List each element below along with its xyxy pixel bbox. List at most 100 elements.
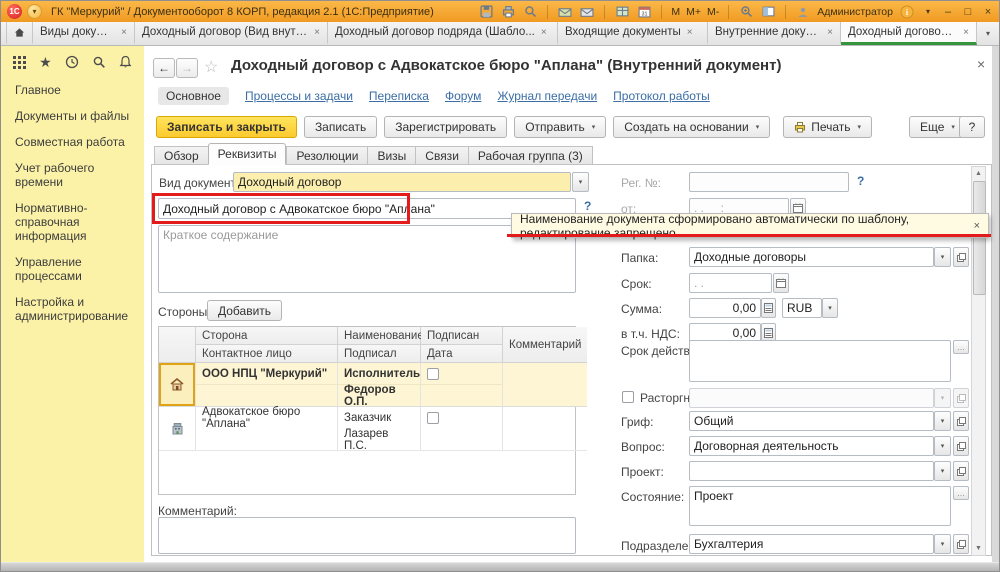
memory-m-plus-button[interactable]: M+ bbox=[686, 6, 701, 18]
date-cell[interactable] bbox=[421, 429, 503, 451]
scroll-up-icon[interactable]: ▲ bbox=[975, 167, 982, 180]
contact-cell[interactable] bbox=[196, 429, 338, 451]
question-dropdown-button[interactable]: ▾ bbox=[934, 436, 951, 456]
terminated-checkbox[interactable] bbox=[622, 391, 634, 403]
nav-correspondence[interactable]: Переписка bbox=[369, 89, 429, 103]
tab-close-icon[interactable]: × bbox=[121, 27, 127, 38]
signed-checkbox[interactable] bbox=[427, 368, 439, 380]
help-button[interactable]: ? bbox=[959, 116, 985, 138]
close-button[interactable]: × bbox=[981, 6, 995, 18]
table-header-comment[interactable]: Комментарий bbox=[503, 327, 587, 363]
tab-contract-template[interactable]: Доходный договор подряда (Шабло...× bbox=[328, 22, 558, 45]
tab-internal-documents[interactable]: Внутренние документы× bbox=[708, 22, 841, 45]
signer-cell[interactable]: Лазарев П.С. bbox=[338, 429, 421, 451]
folder-dropdown-button[interactable]: ▾ bbox=[934, 247, 951, 267]
favorite-star-icon[interactable]: ☆ bbox=[204, 57, 218, 77]
current-user-label[interactable]: Администратор bbox=[817, 6, 893, 18]
project-open-button[interactable] bbox=[953, 461, 969, 481]
date-cell[interactable] bbox=[421, 385, 503, 407]
memory-m-button[interactable]: M bbox=[671, 6, 680, 18]
table-header-name[interactable]: Наименование bbox=[338, 327, 421, 345]
send-button[interactable]: Отправить▾ bbox=[514, 116, 606, 138]
validity-ellipsis-button[interactable]: ... bbox=[953, 340, 969, 354]
tab-close-icon[interactable]: × bbox=[687, 27, 693, 38]
table-header-side[interactable]: Сторона bbox=[196, 327, 338, 345]
tab-current-document[interactable]: Доходный договор с Адвокатское б...× bbox=[841, 22, 977, 45]
zoom-icon[interactable] bbox=[738, 4, 754, 20]
tab-close-icon[interactable]: × bbox=[827, 27, 833, 38]
reg-hint-icon[interactable]: ? bbox=[857, 174, 864, 188]
table-header-signer[interactable]: Подписал bbox=[338, 345, 421, 363]
nav-main[interactable]: Основное bbox=[158, 87, 229, 105]
save-icon[interactable] bbox=[478, 4, 494, 20]
contact-cell[interactable] bbox=[196, 385, 338, 407]
sections-grid-icon[interactable] bbox=[13, 56, 26, 69]
sidebar-item-settings-administration[interactable]: Настройка и администрирование bbox=[15, 295, 138, 323]
tab-close-icon[interactable]: × bbox=[541, 27, 547, 38]
sidebar-item-process-management[interactable]: Управление процессами bbox=[15, 255, 138, 283]
save-button[interactable]: Записать bbox=[304, 116, 377, 138]
row-type-counterparty-icon-cell[interactable] bbox=[159, 407, 196, 451]
subtab-working-group[interactable]: Рабочая группа (3) bbox=[468, 146, 593, 165]
table-header-signed[interactable]: Подписан bbox=[421, 327, 503, 345]
role-cell[interactable]: Исполнитель bbox=[338, 363, 421, 385]
question-input[interactable] bbox=[689, 436, 934, 456]
folder-open-button[interactable] bbox=[953, 247, 969, 267]
minimize-button[interactable]: – bbox=[941, 6, 955, 18]
favorites-star-icon[interactable]: ★ bbox=[39, 56, 52, 69]
notifications-bell-icon[interactable] bbox=[119, 55, 132, 69]
term-input[interactable] bbox=[689, 273, 772, 293]
tab-overflow-button[interactable]: ▾ bbox=[979, 22, 997, 45]
folder-input[interactable] bbox=[689, 247, 934, 267]
create-based-on-button[interactable]: Создать на основании▾ bbox=[613, 116, 770, 138]
state-textarea[interactable]: Проект bbox=[689, 486, 951, 526]
calendar-icon[interactable]: 31 bbox=[636, 4, 652, 20]
party-cell[interactable]: Адвокатское бюро "Аплана" bbox=[196, 407, 338, 429]
reg-number-input[interactable] bbox=[689, 172, 849, 192]
table-header-date[interactable]: Дата bbox=[421, 345, 503, 363]
subtab-requisites[interactable]: Реквизиты bbox=[208, 143, 287, 165]
tab-close-icon[interactable]: × bbox=[314, 27, 320, 38]
sum-calculator-button[interactable] bbox=[761, 298, 776, 318]
project-dropdown-button[interactable]: ▾ bbox=[934, 461, 951, 481]
question-open-button[interactable] bbox=[953, 436, 969, 456]
document-kind-input[interactable] bbox=[233, 172, 571, 192]
nav-transfer-log[interactable]: Журнал передачи bbox=[497, 89, 597, 103]
nav-work-protocol[interactable]: Протокол работы bbox=[613, 89, 710, 103]
tab-income-contract-kind[interactable]: Доходный договор (Вид внутренне...× bbox=[135, 22, 328, 45]
comment-cell[interactable] bbox=[503, 363, 587, 407]
nav-processes-tasks[interactable]: Процессы и задачи bbox=[245, 89, 353, 103]
subtab-visas[interactable]: Визы bbox=[367, 146, 415, 165]
form-close-icon[interactable]: × bbox=[977, 56, 985, 72]
mail-send-icon[interactable] bbox=[557, 4, 573, 20]
main-menu-button[interactable]: ▾ bbox=[27, 4, 42, 19]
tooltip-close-icon[interactable]: × bbox=[974, 220, 980, 232]
sidebar-item-main[interactable]: Главное bbox=[15, 83, 138, 97]
search-icon[interactable] bbox=[92, 55, 106, 69]
tab-document-kinds[interactable]: Виды документов× bbox=[33, 22, 135, 45]
currency-dropdown-button[interactable]: ▾ bbox=[822, 298, 838, 318]
history-icon[interactable] bbox=[65, 55, 79, 69]
subtab-links[interactable]: Связи bbox=[415, 146, 468, 165]
signer-cell[interactable]: Федоров О.П. bbox=[338, 385, 421, 407]
term-calendar-button[interactable] bbox=[773, 273, 789, 293]
forward-button[interactable]: → bbox=[176, 58, 198, 78]
save-and-close-button[interactable]: Записать и закрыть bbox=[156, 116, 297, 138]
comment-cell[interactable] bbox=[503, 407, 587, 451]
sidebar-item-reference-info[interactable]: Нормативно-справочная информация bbox=[15, 201, 138, 243]
scrollbar-thumb[interactable] bbox=[973, 181, 986, 295]
info-icon[interactable]: i bbox=[899, 4, 915, 20]
table-empty-area[interactable] bbox=[159, 451, 587, 494]
validity-textarea[interactable] bbox=[689, 340, 951, 382]
comment-textarea[interactable] bbox=[158, 517, 576, 554]
subtab-resolutions[interactable]: Резолюции bbox=[286, 146, 367, 165]
back-button[interactable]: ← bbox=[153, 58, 175, 78]
scroll-down-icon[interactable]: ▼ bbox=[975, 542, 982, 555]
register-button[interactable]: Зарегистрировать bbox=[384, 116, 507, 138]
mail-receive-icon[interactable] bbox=[579, 4, 595, 20]
add-party-button[interactable]: Добавить bbox=[207, 300, 282, 321]
sum-input[interactable] bbox=[689, 298, 761, 318]
tab-incoming-documents[interactable]: Входящие документы× bbox=[558, 22, 708, 45]
role-cell[interactable]: Заказчик bbox=[338, 407, 421, 429]
signed-checkbox[interactable] bbox=[427, 412, 439, 424]
